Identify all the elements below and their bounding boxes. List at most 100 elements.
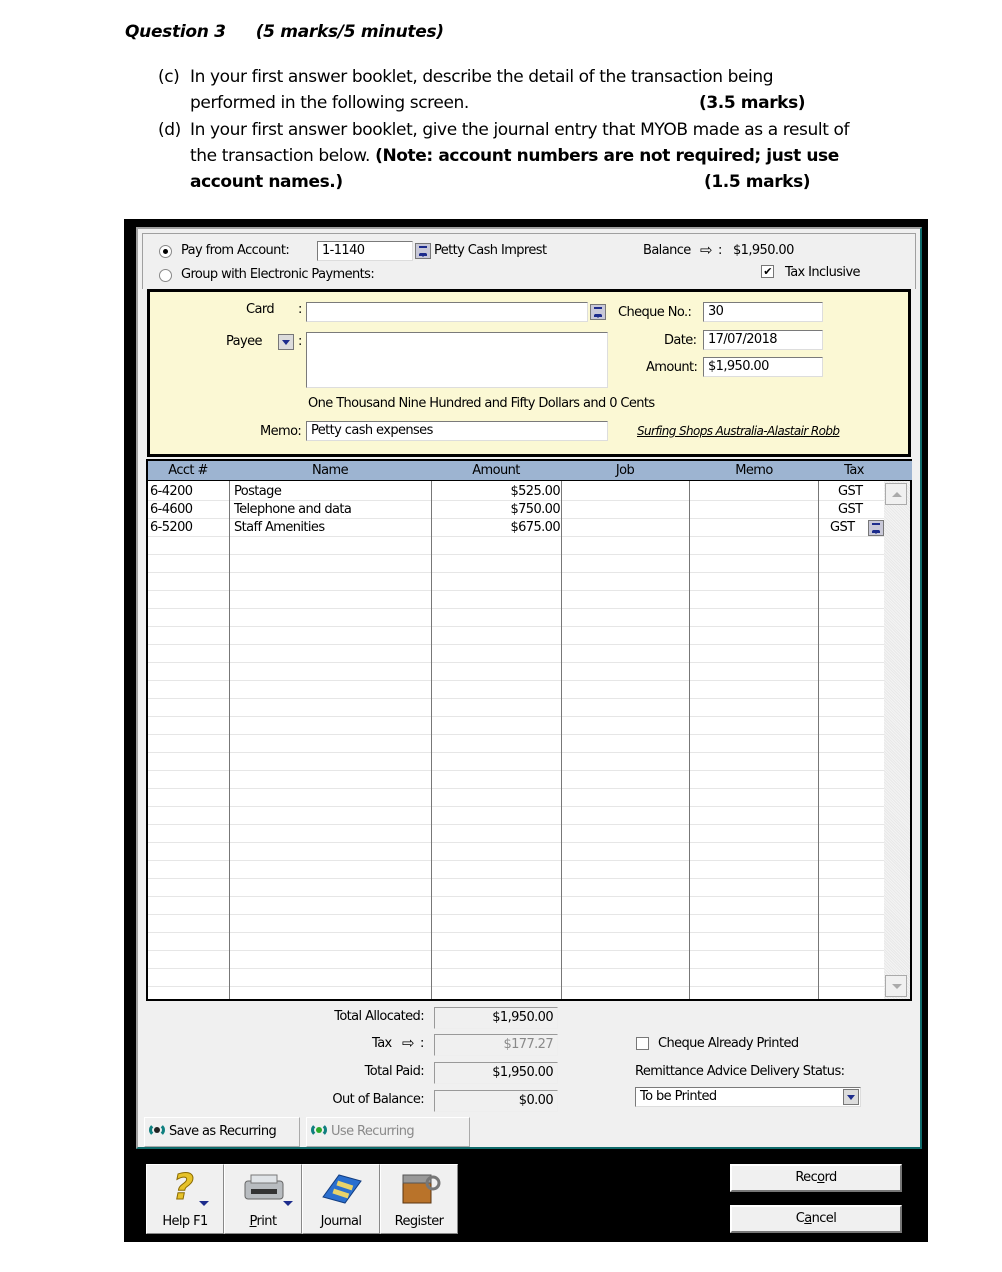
acct-cell[interactable]: 6-4600 xyxy=(150,501,193,519)
card-lookup-icon[interactable] xyxy=(590,304,606,320)
acct-cell[interactable]: 6-4200 xyxy=(150,483,193,501)
amount-cell[interactable]: $675.00 xyxy=(432,519,560,537)
acct-cell[interactable]: 6-5200 xyxy=(150,519,193,537)
amount-label: Amount: xyxy=(646,360,698,375)
spend-money-window: Pay from Account: 1-1140 Petty Cash Impr… xyxy=(124,219,928,1242)
part-note: (Note: account numbers are not required;… xyxy=(375,146,839,166)
column-header-name[interactable]: Name xyxy=(230,463,430,478)
account-name: Petty Cash Impres­t xyxy=(434,243,547,258)
grid-row-divider xyxy=(148,968,886,969)
grid-row-divider xyxy=(148,698,886,699)
cheque-area: Card : Payee : Cheque No.: 30 Date: 17/0… xyxy=(147,289,911,457)
allocation-grid: Acct # Name Amount Job Memo Tax 6-4200 P… xyxy=(146,459,912,1001)
grid-row-divider xyxy=(148,806,886,807)
amount-field[interactable]: $1,950.00 xyxy=(703,357,823,377)
grid-row-divider xyxy=(148,752,886,753)
grid-row-divider xyxy=(148,878,886,879)
tax-arrow-icon[interactable]: ⇨ xyxy=(402,1034,415,1052)
cheque-already-printed-checkbox[interactable] xyxy=(636,1037,649,1050)
journal-icon xyxy=(322,1174,362,1204)
tax-cell[interactable]: GST xyxy=(838,501,863,519)
column-header-memo[interactable]: Memo xyxy=(690,463,818,478)
grid-row-divider xyxy=(148,932,886,933)
tax-code-lookup-icon[interactable] xyxy=(868,520,884,536)
pay-from-account-label: Pay from Account: xyxy=(181,243,290,258)
name-cell[interactable]: Staff Amenities xyxy=(234,519,325,537)
remittance-status-select[interactable]: To be Printed xyxy=(635,1087,861,1107)
account-number-field[interactable]: 1-1140 xyxy=(317,241,413,261)
use-recurring-icon xyxy=(311,1123,327,1137)
print-menu-caret-icon xyxy=(283,1201,293,1206)
amount-cell[interactable]: $750.00 xyxy=(432,501,560,519)
printer-icon xyxy=(244,1174,284,1200)
group-electronic-label: Group with Electronic Payments: xyxy=(181,267,375,282)
amount-cell[interactable]: $525.00 xyxy=(432,483,560,501)
help-button[interactable]: ? Help F1 xyxy=(146,1164,224,1234)
tax-cell[interactable]: GST xyxy=(838,483,863,501)
total-paid-label: Total Paid: xyxy=(364,1064,425,1079)
grid-row-divider xyxy=(148,842,886,843)
part-note-cont: account names.) xyxy=(190,172,343,192)
payee-colon: : xyxy=(298,334,302,349)
part-marks: (3.5 marks) xyxy=(699,93,806,113)
group-electronic-radio[interactable] xyxy=(159,269,172,282)
grid-row-divider xyxy=(148,716,886,717)
spend-money-panel: Pay from Account: 1-1140 Petty Cash Impr… xyxy=(136,227,922,1149)
column-header-acct[interactable]: Acct # xyxy=(148,463,228,478)
scroll-down-icon[interactable] xyxy=(885,975,907,997)
grid-row-divider xyxy=(148,950,886,951)
record-button[interactable]: Record xyxy=(730,1164,902,1192)
help-label: Help F1 xyxy=(162,1214,208,1229)
grid-row-divider xyxy=(148,680,886,681)
grid-scrollbar[interactable] xyxy=(884,481,910,999)
question-part-d: (d) In your first answer booklet, give t… xyxy=(158,117,918,195)
balance-label: Balance xyxy=(643,243,691,258)
question-heading: Question 3 (5 marks/5 minutes) xyxy=(125,22,444,42)
balance-value: $1,950.00 xyxy=(733,243,794,258)
help-icon: ? xyxy=(172,1167,194,1209)
tax-cell[interactable]: GST xyxy=(830,519,855,537)
payee-dropdown-icon[interactable] xyxy=(278,334,294,350)
column-header-tax[interactable]: Tax xyxy=(820,463,888,478)
card-field[interactable] xyxy=(306,302,588,322)
print-button[interactable]: Print xyxy=(224,1164,302,1234)
total-allocated-label: Total Allocated: xyxy=(334,1009,424,1024)
out-of-balance-label: Out of Balance: xyxy=(332,1092,424,1107)
name-cell[interactable]: Telephone and data xyxy=(234,501,352,519)
grid-row-divider xyxy=(148,914,886,915)
question-part-c: (c) In your first answer booklet, descri… xyxy=(158,64,918,116)
payee-field[interactable] xyxy=(306,332,608,388)
cheque-no-label: Cheque No.: xyxy=(618,305,692,320)
register-button[interactable]: Register xyxy=(380,1164,458,1234)
account-lookup-icon[interactable] xyxy=(415,243,431,259)
balance-arrow-icon[interactable]: ⇨ xyxy=(700,241,713,259)
memo-field[interactable]: Petty cash expenses xyxy=(306,421,608,441)
grid-row-divider xyxy=(148,788,886,789)
amount-in-words: One Thousand Nine Hundred and Fifty Doll… xyxy=(308,396,655,411)
name-cell[interactable]: Postage xyxy=(234,483,282,501)
tax-inclusive-label: Tax Inclusive xyxy=(785,265,861,280)
remittance-dropdown-icon[interactable] xyxy=(843,1089,859,1105)
question-marks: (5 marks/5 minutes) xyxy=(255,22,444,42)
column-header-amount[interactable]: Amount xyxy=(432,463,560,478)
save-recurring-icon xyxy=(149,1123,165,1137)
register-label: Register xyxy=(394,1214,444,1229)
cancel-button[interactable]: Cancel xyxy=(730,1205,902,1233)
grid-row-divider xyxy=(148,860,886,861)
scroll-up-icon[interactable] xyxy=(885,483,907,505)
column-header-job[interactable]: Job xyxy=(562,463,688,478)
save-as-recurring-button[interactable]: Save as Recurring xyxy=(144,1117,300,1147)
total-paid-value: $1,950.00 xyxy=(434,1062,558,1084)
card-label: Card xyxy=(246,302,275,317)
use-recurring-button[interactable]: Use Recurring xyxy=(306,1117,470,1147)
part-label: (d) xyxy=(158,120,181,140)
grid-row-divider xyxy=(148,824,886,825)
out-of-balance-value: $0.00 xyxy=(434,1090,558,1112)
cheque-no-field[interactable]: 30 xyxy=(703,302,823,322)
date-field[interactable]: 17/07/2018 xyxy=(703,330,823,350)
journal-button[interactable]: Journal xyxy=(302,1164,380,1234)
part-text-line1: In your first answer booklet, give the j… xyxy=(190,120,850,140)
pay-from-account-radio[interactable] xyxy=(159,245,172,258)
tax-total-label: Tax xyxy=(372,1036,392,1051)
tax-inclusive-checkbox[interactable]: ✔ xyxy=(761,265,774,278)
